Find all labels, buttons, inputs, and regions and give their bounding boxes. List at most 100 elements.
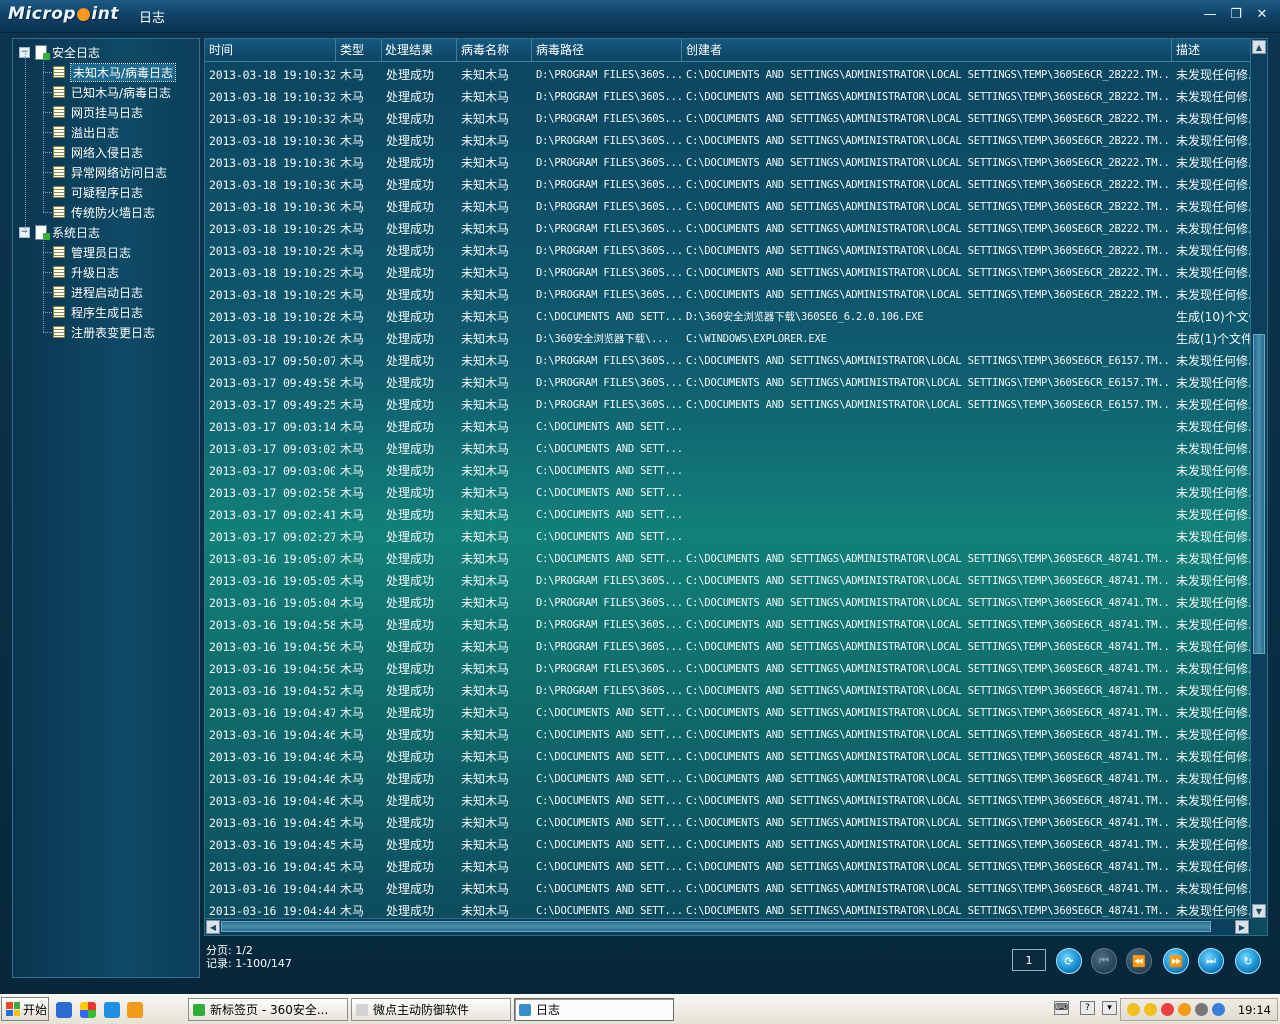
table-row[interactable]: 2013-03-18 19:10:26 木马 处理成功 未知木马 D:\360安全浏览器… (205, 328, 1252, 350)
tree-item-1-3[interactable]: 程序生成日志 (53, 303, 143, 321)
tree-item-1-2[interactable]: 进程启动日志 (53, 283, 143, 301)
tray-shield-icon[interactable] (1195, 1003, 1208, 1016)
table-row[interactable]: 2013-03-17 09:03:02 木马 处理成功 未知木马 C:\DOCUMENT… (205, 438, 1252, 460)
horizontal-scrollbar[interactable]: ◀ ▶ (205, 918, 1251, 935)
table-row[interactable]: 2013-03-16 19:04:47 木马 处理成功 未知木马 C:\DOCUMENT… (205, 702, 1252, 724)
table-row[interactable]: 2013-03-16 19:04:45 木马 处理成功 未知木马 C:\DOCUMENT… (205, 812, 1252, 834)
tree-item-0-4[interactable]: 网络入侵日志 (53, 143, 143, 161)
table-row[interactable]: 2013-03-18 19:10:29 木马 处理成功 未知木马 D:\PROGRAM … (205, 262, 1252, 284)
tray-network-icon[interactable] (1212, 1003, 1225, 1016)
title-bar[interactable]: Microp●int 日志 — ❐ ✕ (0, 0, 1280, 33)
column-header-5[interactable]: 创建者 (682, 39, 1172, 61)
last-page-icon[interactable]: ⏭ (1198, 948, 1224, 974)
tray-star-icon[interactable] (1178, 1003, 1191, 1016)
table-row[interactable]: 2013-03-16 19:05:04 木马 处理成功 未知木马 D:\PROGRAM … (205, 592, 1252, 614)
qq-icon-2[interactable] (1144, 1003, 1157, 1016)
scroll-right-arrow-icon[interactable]: ▶ (1235, 920, 1249, 934)
restore-button[interactable]: ❐ (1227, 7, 1245, 23)
next-page-icon[interactable]: ⏩ (1163, 948, 1189, 974)
language-icon[interactable]: ▾ (1102, 1001, 1117, 1015)
scroll-down-arrow-icon[interactable]: ▼ (1252, 904, 1266, 918)
table-row[interactable]: 2013-03-17 09:02:41 木马 处理成功 未知木马 C:\DOCUMENT… (205, 504, 1252, 526)
table-row[interactable]: 2013-03-18 19:10:29 木马 处理成功 未知木马 D:\PROGRAM … (205, 218, 1252, 240)
scroll-left-arrow-icon[interactable]: ◀ (206, 920, 220, 934)
scroll-up-arrow-icon[interactable]: ▲ (1252, 40, 1266, 54)
page-number-input[interactable]: 1 (1012, 949, 1046, 971)
tree-item-1-4[interactable]: 注册表变更日志 (53, 323, 155, 341)
table-cell: 未知木马 (461, 200, 510, 214)
table-row[interactable]: 2013-03-16 19:04:56 木马 处理成功 未知木马 D:\PROGRAM … (205, 636, 1252, 658)
table-row[interactable]: 2013-03-18 19:10:30 木马 处理成功 未知木马 D:\PROGRAM … (205, 152, 1252, 174)
tree-item-1-1[interactable]: 升级日志 (53, 263, 119, 281)
table-row[interactable]: 2013-03-16 19:04:46 木马 处理成功 未知木马 C:\DOCUMENT… (205, 724, 1252, 746)
qq-icon[interactable] (1127, 1003, 1140, 1016)
quicklaunch-media-icon[interactable] (80, 1002, 96, 1018)
table-row[interactable]: 2013-03-18 19:10:32 木马 处理成功 未知木马 D:\PROGRAM … (205, 86, 1252, 108)
table-cell (682, 482, 1172, 504)
table-row[interactable]: 2013-03-16 19:04:44 木马 处理成功 未知木马 C:\DOCUMENT… (205, 878, 1252, 900)
quicklaunch-star-icon[interactable] (127, 1002, 143, 1018)
table-row[interactable]: 2013-03-16 19:04:45 木马 处理成功 未知木马 C:\DOCUMENT… (205, 856, 1252, 878)
table-row[interactable]: 2013-03-17 09:49:58 木马 处理成功 未知木马 D:\PROGRAM … (205, 372, 1252, 394)
table-row[interactable]: 2013-03-18 19:10:32 木马 处理成功 未知木马 D:\PROGRAM … (205, 64, 1252, 86)
table-row[interactable]: 2013-03-17 09:49:25 木马 处理成功 未知木马 D:\PROGRAM … (205, 394, 1252, 416)
column-header-4[interactable]: 病毒路径 (532, 39, 682, 61)
column-header-3[interactable]: 病毒名称 (457, 39, 532, 61)
table-row[interactable]: 2013-03-18 19:10:28 木马 处理成功 未知木马 C:\DOCUMENT… (205, 306, 1252, 328)
qq-icon-3[interactable] (1161, 1003, 1174, 1016)
table-row[interactable]: 2013-03-16 19:04:52 木马 处理成功 未知木马 D:\PROGRAM … (205, 680, 1252, 702)
close-button[interactable]: ✕ (1253, 7, 1271, 23)
table-row[interactable]: 2013-03-17 09:02:58 木马 处理成功 未知木马 C:\DOCUMENT… (205, 482, 1252, 504)
start-button[interactable]: 开始 (1, 997, 49, 1021)
table-cell: C:\DOCUMENTS AND SETT... (536, 707, 682, 719)
column-header-2[interactable]: 处理结果 (381, 39, 457, 61)
table-row[interactable]: 2013-03-17 09:03:00 木马 处理成功 未知木马 C:\DOCUMENT… (205, 460, 1252, 482)
tree-item-0-6[interactable]: 可疑程序日志 (53, 183, 143, 201)
table-row[interactable]: 2013-03-16 19:04:46 木马 处理成功 未知木马 C:\DOCUMENT… (205, 790, 1252, 812)
table-row[interactable]: 2013-03-16 19:05:05 木马 处理成功 未知木马 D:\PROGRAM … (205, 570, 1252, 592)
tree-root-0[interactable]: − 安全日志 (19, 43, 100, 61)
task-log[interactable]: 日志 (514, 998, 674, 1021)
reload-icon[interactable]: ↻ (1235, 948, 1261, 974)
table-row[interactable]: 2013-03-16 19:05:07 木马 处理成功 未知木马 C:\DOCUMENT… (205, 548, 1252, 570)
table-row[interactable]: 2013-03-18 19:10:29 木马 处理成功 未知木马 D:\PROGRAM … (205, 284, 1252, 306)
table-row[interactable]: 2013-03-18 19:10:30 木马 处理成功 未知木马 D:\PROGRAM … (205, 196, 1252, 218)
vertical-scrollbar[interactable]: ▲ ▼ (1250, 39, 1267, 919)
table-row[interactable]: 2013-03-17 09:03:14 木马 处理成功 未知木马 C:\DOCUMENT… (205, 416, 1252, 438)
tree-item-1-0[interactable]: 管理员日志 (53, 243, 131, 261)
table-row[interactable]: 2013-03-16 19:04:46 木马 处理成功 未知木马 C:\DOCUMENT… (205, 768, 1252, 790)
tree-item-0-2[interactable]: 网页挂马日志 (53, 103, 143, 121)
tree-item-0-0[interactable]: 未知木马/病毒日志 (53, 62, 177, 82)
tree-item-0-3[interactable]: 溢出日志 (53, 123, 119, 141)
table-row[interactable]: 2013-03-17 09:50:07 木马 处理成功 未知木马 D:\PROGRAM … (205, 350, 1252, 372)
quicklaunch-ie-icon[interactable] (104, 1002, 120, 1018)
refresh-icon[interactable]: ⟳ (1056, 948, 1082, 974)
task-browser[interactable]: 新标签页 - 360安全... (188, 998, 348, 1021)
column-header-1[interactable]: 类型 (336, 39, 382, 61)
tree-item-0-7[interactable]: 传统防火墙日志 (53, 203, 155, 221)
table-row[interactable]: 2013-03-18 19:10:29 木马 处理成功 未知木马 D:\PROGRAM … (205, 240, 1252, 262)
tree-item-0-1[interactable]: 已知木马/病毒日志 (53, 83, 171, 101)
help-icon[interactable]: ? (1080, 1001, 1095, 1015)
table-row[interactable]: 2013-03-18 19:10:30 木马 处理成功 未知木马 D:\PROGRAM … (205, 174, 1252, 196)
column-header-0[interactable]: 时间 (205, 39, 336, 61)
table-cell: C:\DOCUMENTS AND SETT... (536, 861, 682, 873)
table-row[interactable]: 2013-03-18 19:10:30 木马 处理成功 未知木马 D:\PROGRAM … (205, 130, 1252, 152)
table-row[interactable]: 2013-03-16 19:04:56 木马 处理成功 未知木马 D:\PROGRAM … (205, 658, 1252, 680)
tree-root-1[interactable]: − 系统日志 (19, 223, 100, 241)
task-antivirus[interactable]: 微点主动防御软件 (351, 998, 511, 1021)
table-row[interactable]: 2013-03-16 19:04:46 木马 处理成功 未知木马 C:\DOCUMENT… (205, 746, 1252, 768)
first-page-icon[interactable]: ⏮ (1091, 948, 1117, 974)
column-header-6[interactable]: 描述 (1172, 39, 1252, 61)
minimize-button[interactable]: — (1201, 7, 1219, 23)
previous-page-icon[interactable]: ⏪ (1126, 948, 1152, 974)
table-row[interactable]: 2013-03-17 09:02:27 木马 处理成功 未知木马 C:\DOCUMENT… (205, 526, 1252, 548)
tree-item-0-5[interactable]: 异常网络访问日志 (53, 163, 167, 181)
keyboard-icon[interactable]: ⌨ (1054, 1001, 1069, 1015)
horizontal-scroll-thumb[interactable] (221, 921, 1211, 932)
quicklaunch-app-icon[interactable] (56, 1002, 72, 1018)
table-row[interactable]: 2013-03-18 19:10:32 木马 处理成功 未知木马 D:\PROGRAM … (205, 108, 1252, 130)
table-row[interactable]: 2013-03-16 19:04:45 木马 处理成功 未知木马 C:\DOCUMENT… (205, 834, 1252, 856)
table-row[interactable]: 2013-03-16 19:04:58 木马 处理成功 未知木马 D:\PROGRAM … (205, 614, 1252, 636)
vertical-scroll-thumb[interactable] (1253, 334, 1265, 654)
